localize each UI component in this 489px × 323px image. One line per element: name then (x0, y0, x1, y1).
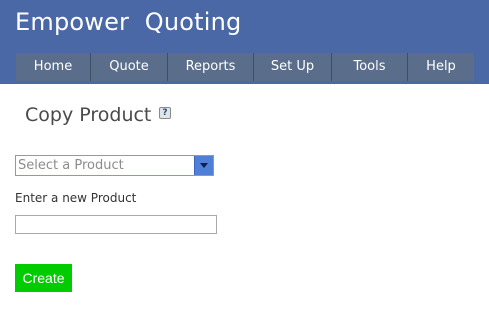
nav-item-home[interactable]: Home (16, 53, 91, 81)
nav-item-reports[interactable]: Reports (168, 53, 254, 81)
nav-item-setup[interactable]: Set Up (254, 53, 332, 81)
app-header: Empower Quoting Home Quote Reports Set U… (0, 0, 489, 84)
new-product-input[interactable] (15, 215, 217, 234)
product-select[interactable]: Select a Product (15, 155, 214, 176)
nav-item-help[interactable]: Help (408, 53, 474, 81)
chevron-down-icon[interactable] (194, 156, 213, 175)
help-icon[interactable]: ? (159, 107, 171, 119)
main-nav: Home Quote Reports Set Up Tools Help (16, 53, 474, 81)
nav-item-quote[interactable]: Quote (91, 53, 168, 81)
product-select-value: Select a Product (18, 158, 124, 173)
app-title: Empower Quoting (15, 8, 242, 36)
create-button[interactable]: Create (15, 264, 72, 292)
new-product-label: Enter a new Product (15, 191, 137, 205)
page-title: Copy Product (25, 104, 152, 126)
nav-item-tools[interactable]: Tools (332, 53, 408, 81)
